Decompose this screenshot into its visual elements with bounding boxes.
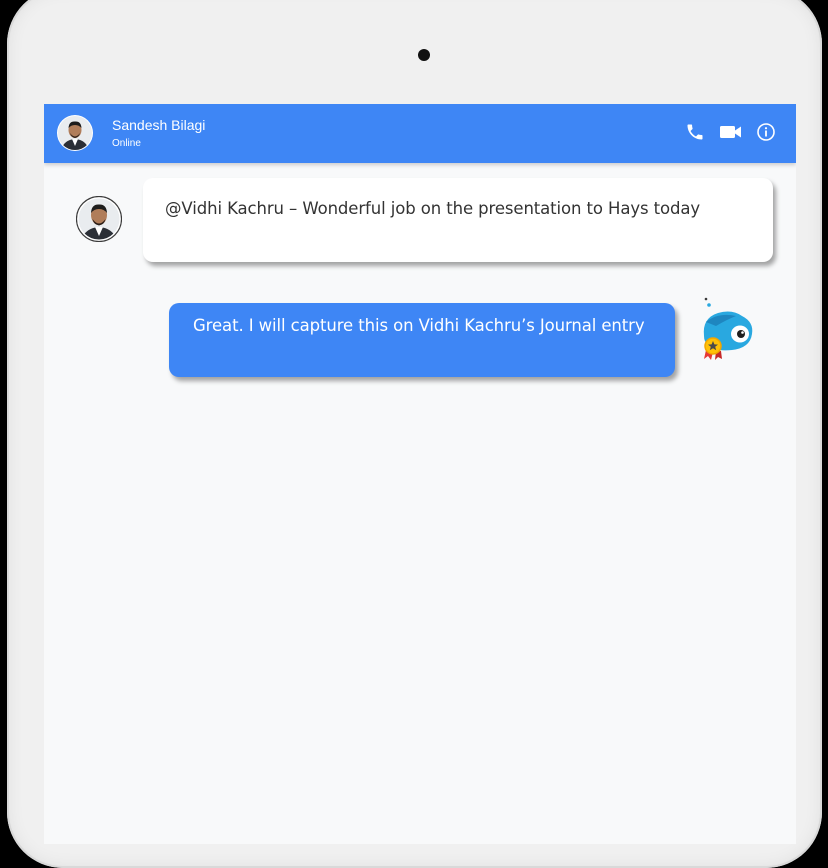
tablet-device: Sandesh Bilagi Online @Vidhi Kachru – Wo… [0, 0, 828, 868]
contact-name[interactable]: Sandesh Bilagi [112, 117, 205, 133]
outgoing-message-text: Great. I will capture this on Vidhi Kach… [193, 316, 645, 335]
incoming-message: @Vidhi Kachru – Wonderful job on the pre… [143, 178, 773, 262]
contact-avatar[interactable] [57, 115, 93, 151]
incoming-message-text: @Vidhi Kachru – Wonderful job on the pre… [165, 199, 701, 218]
contact-status: Online [112, 138, 141, 149]
phone-icon[interactable] [684, 121, 706, 143]
info-icon[interactable] [755, 121, 777, 143]
front-camera [418, 49, 430, 61]
chat-header: Sandesh Bilagi Online [44, 104, 796, 163]
outgoing-message: Great. I will capture this on Vidhi Kach… [169, 303, 675, 377]
chat-screen: Sandesh Bilagi Online @Vidhi Kachru – Wo… [44, 104, 796, 844]
bot-mascot-icon [696, 296, 760, 362]
video-camera-icon[interactable] [717, 121, 745, 143]
sender-avatar[interactable] [75, 195, 123, 243]
